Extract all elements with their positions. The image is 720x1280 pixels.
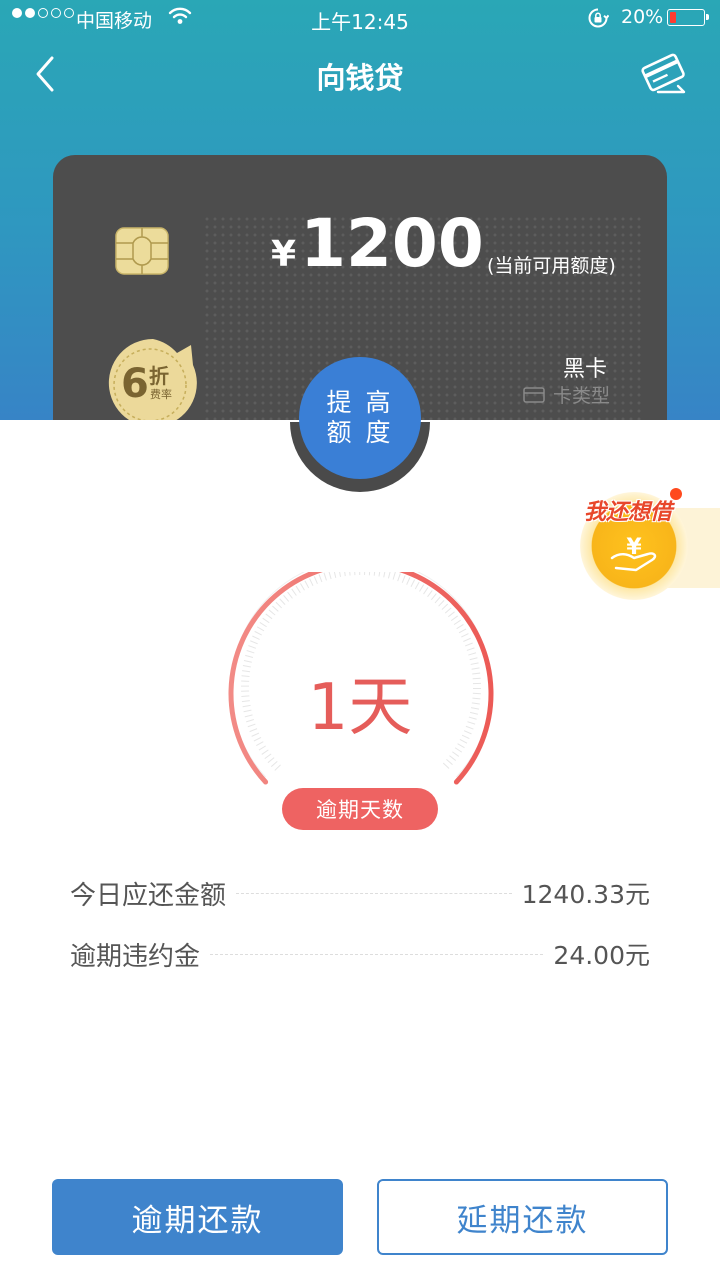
info-value: 24.00元 xyxy=(553,941,650,970)
info-row-penalty: 逾期违约金 24.00元 xyxy=(70,934,650,974)
info-value: 1240.33元 xyxy=(521,880,650,909)
amount-value: 1200 xyxy=(300,205,484,282)
raise-limit-button[interactable]: 提 高 额 度 xyxy=(299,357,421,479)
overdue-days-label: 逾期天数 xyxy=(282,788,438,830)
card-type-label-row: 卡类型 xyxy=(523,381,610,408)
clock: 上午12:45 xyxy=(311,10,409,34)
borrow-more-button[interactable]: ¥ 我还想借 xyxy=(572,486,720,606)
borrow-more-label: 我还想借 xyxy=(584,500,673,525)
card-icon xyxy=(641,53,686,94)
discount-char: 折 xyxy=(149,364,169,388)
extend-repay-button[interactable]: 延期还款 xyxy=(377,1179,668,1255)
battery-icon xyxy=(667,9,709,26)
discount-sub: 费率 xyxy=(150,387,172,401)
battery-percent: 20% xyxy=(621,6,664,28)
small-card-icon xyxy=(523,386,545,403)
discount-number: 6 xyxy=(121,361,149,407)
amount-note: (当前可用额度) xyxy=(487,255,616,277)
page-title: 向钱贷 xyxy=(316,61,404,95)
currency-symbol: ¥ xyxy=(271,234,297,275)
overdue-repay-button[interactable]: 逾期还款 xyxy=(52,1179,343,1255)
info-label: 逾期违约金 xyxy=(70,941,201,972)
rotation-lock-icon xyxy=(587,7,610,34)
available-amount: ¥ 1200 xyxy=(271,205,484,282)
dashed-divider xyxy=(210,953,544,955)
overdue-days-value: 1天 xyxy=(307,671,413,745)
info-row-due-today: 今日应还金额 1240.33元 xyxy=(70,873,650,913)
card-chip-icon xyxy=(115,227,169,279)
card-type-value: 黑卡 xyxy=(562,357,607,382)
raise-limit-line2: 额 度 xyxy=(326,418,394,447)
info-label: 今日应还金额 xyxy=(70,880,227,911)
raise-limit-line1: 提 高 xyxy=(326,388,394,417)
notification-dot xyxy=(670,488,682,500)
status-bar: 中国移动 上午12:45 20% xyxy=(0,0,720,38)
card-manage-button[interactable] xyxy=(636,50,692,98)
loan-page: 中国移动 上午12:45 20% 向钱贷 ¥ 1200 (当前可用额度) 6 折… xyxy=(0,0,720,1280)
card-type-label: 卡类型 xyxy=(553,385,611,407)
dashed-divider xyxy=(236,892,512,894)
